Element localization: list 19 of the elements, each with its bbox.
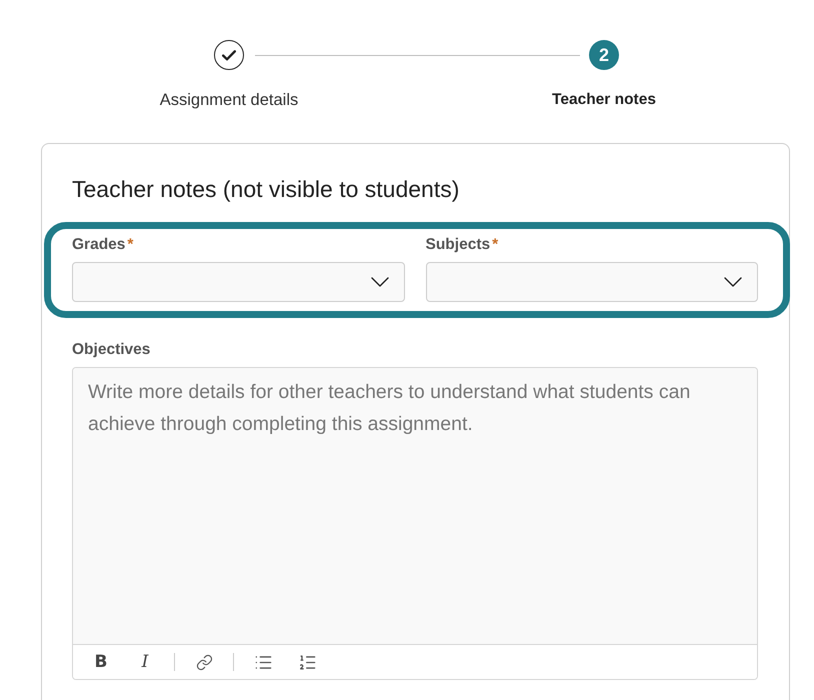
required-asterisk: * <box>492 235 498 255</box>
field-label: Subjects <box>426 235 490 255</box>
link-icon <box>196 654 212 670</box>
check-icon <box>222 50 236 60</box>
dropdown-field[interactable] <box>72 262 404 302</box>
numbered-list-icon <box>298 652 316 672</box>
step-indicator: 2 <box>589 40 619 70</box>
chevron-down-icon <box>370 277 388 287</box>
objectives-field[interactable]: Write more details for other teachers to understand what students can achieve through completing this assignment. <box>73 368 757 644</box>
step-label: Assignment details <box>158 90 300 110</box>
italic-button[interactable]: I <box>130 647 160 677</box>
step-label: Teacher notes <box>551 90 657 110</box>
field-label: Grades <box>72 235 126 255</box>
chevron-down-icon <box>724 277 742 287</box>
dropdown-field[interactable] <box>426 262 758 302</box>
bold-button[interactable]: B <box>86 647 116 677</box>
field-label: Objectives <box>72 340 150 360</box>
card-title: Teacher notes (not visible to students) <box>72 175 460 203</box>
required-asterisk: * <box>127 235 134 255</box>
